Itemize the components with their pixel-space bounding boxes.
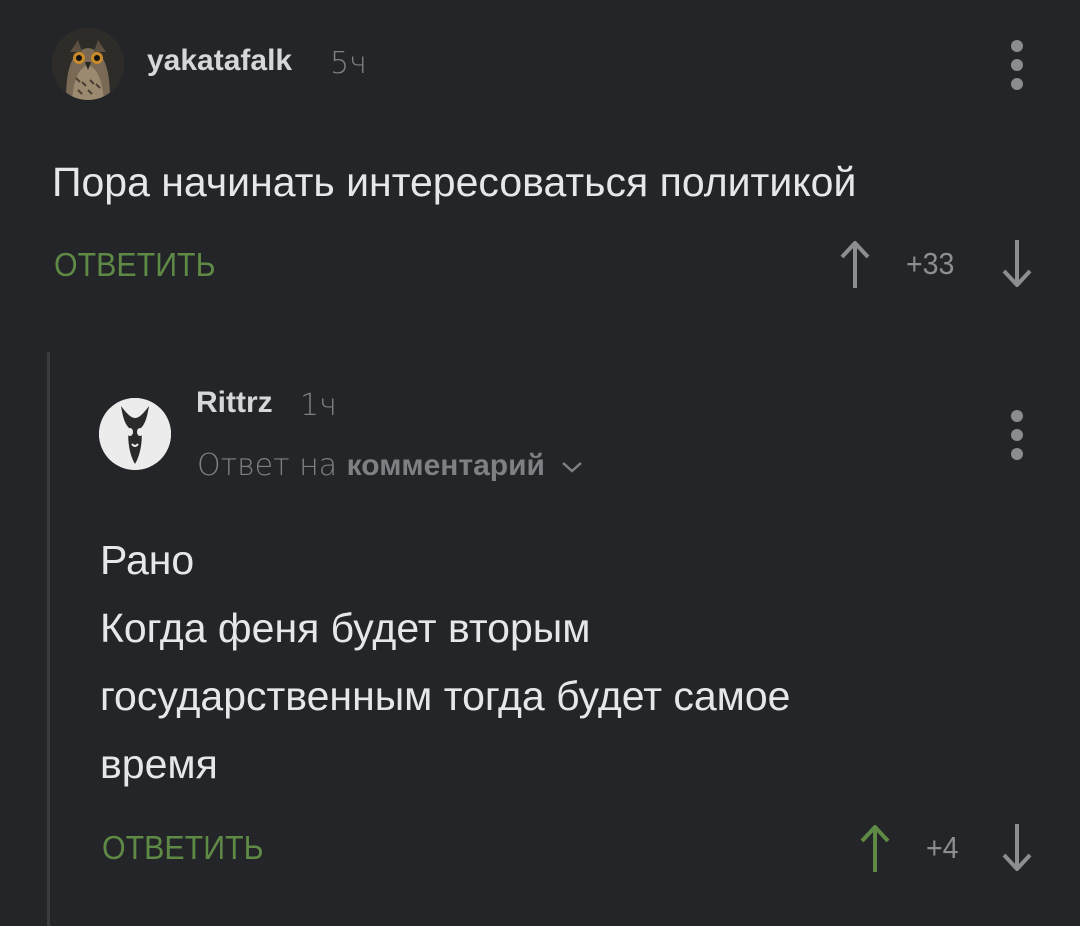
arrow-down-icon [1002, 824, 1032, 871]
avatar[interactable] [52, 28, 124, 100]
comment-line: Когда феня будет вторым [100, 605, 591, 651]
comment-author[interactable]: Rittrz [196, 386, 273, 420]
reply-button[interactable]: ОТВЕТИТЬ [54, 246, 216, 284]
reply-to-target[interactable]: комментарий [347, 449, 545, 482]
comment-author[interactable]: yakatafalk [147, 44, 292, 78]
comment: yakatafalk 5ч Пора начинать интересовать… [0, 0, 1080, 330]
chevron-down-icon[interactable] [561, 460, 583, 474]
reply-to-link[interactable]: Ответ на комментарий [197, 448, 583, 483]
comment-body: Пора начинать интересоваться политикой [52, 159, 857, 205]
avatar[interactable] [99, 398, 171, 470]
comment-menu-button[interactable] [1009, 40, 1025, 90]
reply-button[interactable]: ОТВЕТИТЬ [102, 829, 264, 867]
owl-avatar-image [52, 28, 124, 100]
upvote-button[interactable] [838, 238, 872, 290]
arrow-down-icon [1002, 240, 1032, 287]
comment-rating: +4 [926, 830, 959, 865]
comment-line: время [100, 741, 218, 787]
upvote-button[interactable] [858, 822, 892, 874]
kebab-menu-icon [1011, 410, 1023, 422]
comment-rating: +33 [906, 246, 955, 281]
comment-reply: Rittrz 1ч Ответ на комментарий Рано Когд… [0, 352, 1080, 926]
arrow-up-icon [840, 241, 870, 288]
comment-time: 5ч [330, 46, 367, 81]
comment-menu-button[interactable] [1009, 410, 1025, 460]
kebab-menu-icon [1011, 40, 1023, 52]
downvote-button[interactable] [1000, 238, 1034, 290]
comment-line: государственным тогда будет самое [100, 673, 791, 719]
comment-body: Рано Когда феня будет вторым государстве… [100, 526, 790, 798]
downvote-button[interactable] [1000, 822, 1034, 874]
mask-avatar-image [99, 398, 171, 470]
reply-to-prefix: Ответ на [197, 448, 338, 483]
comment-line: Рано [100, 537, 195, 583]
arrow-up-icon [860, 825, 890, 872]
comment-time: 1ч [300, 388, 337, 423]
